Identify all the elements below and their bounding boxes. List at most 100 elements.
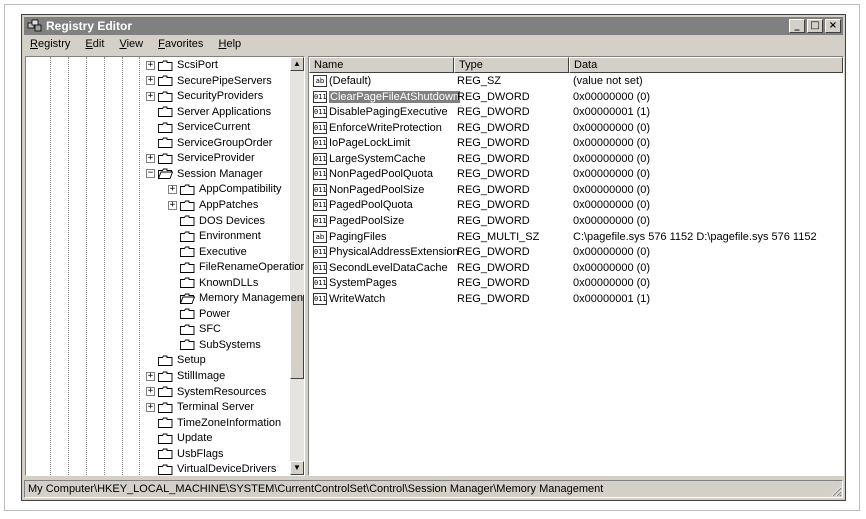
scroll-up-button[interactable]: ▲ [290, 57, 304, 71]
tree-item-label: SecurityProviders [177, 90, 264, 103]
registry-tree-pane[interactable]: ▲ ▼ + ScsiPort + SecurePipeServers + Security… [25, 56, 305, 476]
value-row[interactable]: ab PagingFiles REG_MULTI_SZ C:\pagefile.sys… [309, 230, 843, 245]
tree-item[interactable]: + Terminal Server [146, 400, 254, 415]
tree-guide-line [122, 57, 123, 475]
value-row[interactable]: 011 WriteWatch REG_DWORD 0x00000001 (1) [309, 292, 843, 307]
column-header-data[interactable]: Data [569, 57, 843, 73]
scroll-down-button[interactable]: ▼ [290, 461, 304, 475]
expand-icon[interactable]: + [146, 371, 155, 381]
expand-icon[interactable]: + [146, 60, 155, 70]
value-row[interactable]: 011 ClearPageFileAtShutdown REG_DWORD 0x000… [309, 90, 843, 105]
value-type-cell: REG_DWORD [457, 183, 530, 196]
tree-item[interactable]: + AppCompatibility [168, 182, 282, 197]
tree-item[interactable]: SFC [168, 322, 221, 337]
value-row[interactable]: 011 NonPagedPoolSize REG_DWORD 0x00000000 (… [309, 183, 843, 198]
value-row[interactable]: 011 PagedPoolQuota REG_DWORD 0x00000000 (0) [309, 198, 843, 213]
value-row[interactable]: 011 SecondLevelDataCache REG_DWORD 0x000000… [309, 261, 843, 276]
tree-item[interactable]: Environment [168, 229, 261, 244]
value-type-cell: REG_DWORD [457, 168, 530, 181]
tree-item[interactable]: Memory Management [168, 291, 304, 306]
expand-icon[interactable]: + [146, 387, 155, 397]
menu-edit[interactable]: Edit [85, 38, 104, 50]
tree-item[interactable]: DOS Devices [168, 214, 265, 229]
value-type-cell: REG_DWORD [457, 277, 530, 290]
value-data-cell: 0x00000000 (0) [573, 246, 651, 259]
folder-icon [180, 340, 195, 351]
menu-favorites[interactable]: Favorites [158, 38, 203, 50]
tree-item[interactable]: + SecurityProviders [146, 89, 263, 104]
column-header-name[interactable]: Name [309, 57, 454, 73]
folder-icon [180, 308, 195, 320]
tree-item[interactable]: Server Applications [146, 105, 271, 120]
tree-item[interactable]: ServiceCurrent [146, 120, 250, 135]
value-row[interactable]: ab (Default) REG_SZ (value not set) [309, 74, 843, 89]
value-row[interactable]: 011 LargeSystemCache REG_DWORD 0x00000000 (… [309, 152, 843, 167]
folder-icon [180, 246, 195, 258]
tree-item-label: KnownDLLs [199, 276, 259, 289]
tree-item[interactable]: + ServiceProvider [146, 151, 255, 166]
tree-item[interactable]: + SecurePipeServers [146, 74, 272, 89]
tree-item[interactable]: FileRenameOperations [168, 260, 304, 275]
collapse-icon[interactable]: − [146, 169, 155, 179]
value-row[interactable]: 011 PagedPoolSize REG_DWORD 0x00000000 (0) [309, 214, 843, 229]
value-row[interactable]: 011 IoPageLockLimit REG_DWORD 0x00000000 (0… [309, 136, 843, 151]
tree-item[interactable]: Setup [146, 353, 206, 368]
tree-item[interactable]: SubSystems [168, 338, 261, 353]
registry-editor-window: Registry Editor _ □ × Registry Edit View… [21, 14, 846, 501]
tree-item[interactable]: UsbFlags [146, 447, 223, 462]
expand-icon[interactable]: + [146, 153, 155, 163]
value-name: NonPagedPoolQuota [329, 168, 433, 181]
value-row[interactable]: 011 PhysicalAddressExtension REG_DWORD 0x00… [309, 245, 843, 260]
tree-item-label: Executive [199, 245, 247, 258]
column-header-type[interactable]: Type [454, 57, 569, 73]
binary-value-icon: 011 [313, 183, 327, 196]
menu-help[interactable]: Help [219, 38, 242, 50]
expand-icon[interactable]: + [168, 184, 177, 194]
value-row[interactable]: 011 DisablePagingExecutive REG_DWORD 0x0000… [309, 105, 843, 120]
tree-item[interactable]: VirtualDeviceDrivers [146, 462, 276, 475]
value-row[interactable]: 011 SystemPages REG_DWORD 0x00000000 (0) [309, 276, 843, 291]
tree-item[interactable]: Power [168, 307, 230, 322]
resize-grip-icon[interactable] [830, 485, 842, 497]
menu-registry[interactable]: Registry [30, 38, 70, 50]
value-name-cell: 011 NonPagedPoolSize [313, 183, 424, 198]
folder-icon [180, 262, 195, 273]
value-type-cell: REG_DWORD [457, 199, 530, 212]
expand-icon[interactable]: + [168, 200, 177, 210]
tree-item[interactable]: + AppPatches [168, 198, 258, 213]
close-button[interactable]: × [825, 19, 841, 33]
tree-item[interactable]: KnownDLLs [168, 276, 258, 291]
scroll-thumb[interactable] [290, 295, 304, 379]
maximize-button[interactable]: □ [807, 19, 823, 33]
value-row[interactable]: 011 EnforceWriteProtection REG_DWORD 0x0000… [309, 121, 843, 136]
expand-icon[interactable]: + [146, 76, 155, 86]
tree-item[interactable]: + ScsiPort [146, 58, 218, 73]
tree-item[interactable]: + SystemResources [146, 385, 266, 400]
expand-icon[interactable]: + [146, 91, 155, 101]
tree-item[interactable]: ServiceGroupOrder [146, 136, 272, 151]
tree-item[interactable]: TimeZoneInformation [146, 416, 281, 431]
tree-item[interactable]: + StillImage [146, 369, 225, 384]
value-data-cell: 0x00000000 (0) [573, 168, 651, 181]
window-title: Registry Editor [46, 19, 133, 33]
tree-guide-line [86, 57, 87, 475]
tree-item[interactable]: Executive [168, 245, 247, 260]
tree-item[interactable]: Update [146, 431, 212, 446]
value-name: PagingFiles [329, 230, 387, 243]
binary-value-icon: 011 [313, 246, 327, 259]
menu-view[interactable]: View [119, 38, 143, 50]
tree-item[interactable]: − Session Manager [146, 167, 263, 182]
title-bar[interactable]: Registry Editor _ □ × [24, 17, 843, 35]
tree-item-label: Setup [177, 354, 206, 367]
expand-icon[interactable]: + [146, 402, 155, 412]
tree-item-label: TimeZoneInformation [177, 416, 282, 429]
value-name: SecondLevelDataCache [329, 261, 448, 274]
values-list-pane[interactable]: Name Type Data ab (Default) REG_SZ (value n… [308, 56, 844, 476]
value-row[interactable]: 011 NonPagedPoolQuota REG_DWORD 0x00000000 … [309, 167, 843, 182]
minimize-button[interactable]: _ [789, 19, 805, 33]
tree-item-label: Update [177, 432, 213, 445]
tree-item-label: UsbFlags [177, 447, 224, 460]
